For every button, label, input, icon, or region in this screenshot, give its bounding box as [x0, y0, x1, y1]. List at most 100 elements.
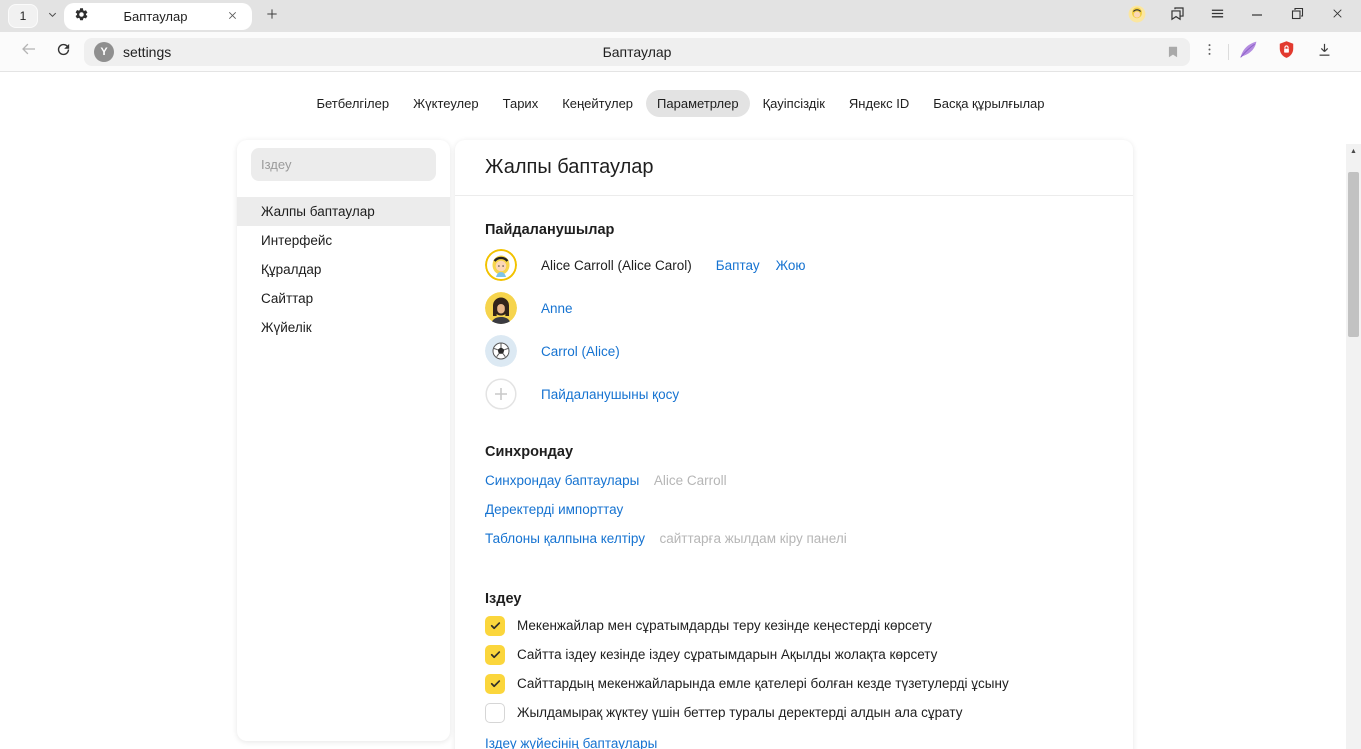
- search-option-row: Сайтта іздеу кезінде іздеу сұратымдарын …: [485, 644, 1103, 665]
- search-option-row: Сайттардың мекенжайларында емле қателері…: [485, 673, 1103, 694]
- sync-account-note: Alice Carroll: [654, 473, 727, 488]
- protect-button[interactable]: [1267, 34, 1305, 70]
- protect-shield-icon: [1277, 40, 1296, 64]
- back-button[interactable]: [12, 35, 46, 69]
- checkbox-prefetch[interactable]: [485, 703, 505, 723]
- site-badge-icon: Y: [94, 42, 114, 62]
- add-user-link[interactable]: Пайдаланушыны қосу: [541, 387, 679, 402]
- titlebar: 1 Баптаулар: [0, 0, 1361, 32]
- search-engine-settings-link[interactable]: Іздеу жүйесінің баптаулары: [485, 736, 657, 749]
- tab-groups-icon: [1169, 5, 1186, 27]
- user-link[interactable]: Anne: [541, 301, 573, 316]
- close-window-button[interactable]: [1317, 0, 1357, 32]
- page-title: Жалпы баптаулар: [455, 140, 1133, 196]
- gear-icon: [74, 7, 89, 27]
- sync-section: Синхрондау Синхрондау баптаулары Alice C…: [455, 444, 1133, 547]
- tab-counter[interactable]: 1: [8, 4, 38, 28]
- close-icon: [1331, 7, 1344, 25]
- scrollbar-up-arrow[interactable]: ▲: [1346, 148, 1361, 155]
- scrollbar[interactable]: ▲: [1346, 144, 1361, 749]
- search-section: Іздеу Мекенжайлар мен сұратымдарды теру …: [455, 591, 1133, 749]
- users-section-title: Пайдаланушылар: [485, 222, 1103, 238]
- nav-tab-settings[interactable]: Параметрлер: [646, 90, 750, 117]
- tab-close-button[interactable]: [222, 7, 242, 27]
- restore-button[interactable]: [1277, 0, 1317, 32]
- search-option-row: Жылдамырақ жүктеу үшін беттер туралы дер…: [485, 702, 1103, 723]
- tableau-note: сайттарға жылдам кіру панелі: [659, 531, 846, 546]
- nav-tab-downloads[interactable]: Жүктеулер: [402, 90, 490, 117]
- page-actions-button[interactable]: [1190, 34, 1228, 70]
- users-section: Пайдаланушылар Alice Carroll (Alice Caro…: [455, 222, 1133, 410]
- address-bar[interactable]: Y settings Баптаулар: [84, 38, 1190, 66]
- checkbox-suggestions[interactable]: [485, 616, 505, 636]
- profile-avatar-button[interactable]: [1117, 0, 1157, 32]
- anne-avatar[interactable]: [485, 292, 517, 324]
- sync-settings-link[interactable]: Синхрондау баптаулары: [485, 473, 639, 488]
- tab-title: Баптаулар: [89, 9, 222, 24]
- sidebar-item-interface[interactable]: Интерфейс: [237, 226, 450, 255]
- user-name: Alice Carroll (Alice Carol): [541, 258, 692, 273]
- bookmark-icon[interactable]: [1166, 44, 1180, 65]
- checkbox-site-search[interactable]: [485, 645, 505, 665]
- nav-tab-yandex-id[interactable]: Яндекс ID: [838, 90, 920, 117]
- alice-avatar[interactable]: [485, 249, 517, 281]
- tab-list-button[interactable]: [40, 4, 64, 28]
- add-user-row: Пайдаланушыны қосу: [485, 378, 1103, 410]
- sidebar-item-system[interactable]: Жүйелік: [237, 313, 450, 342]
- yandex-pen-button[interactable]: [1229, 34, 1267, 70]
- minimize-icon: [1251, 7, 1263, 25]
- nav-tab-extensions[interactable]: Кеңейтулер: [551, 90, 644, 117]
- browser-tab[interactable]: Баптаулар: [64, 3, 252, 30]
- user-configure-link[interactable]: Баптау: [716, 258, 760, 273]
- nav-tab-bookmarks[interactable]: Бетбелгілер: [305, 90, 400, 117]
- user-row-carrol: Carrol (Alice): [485, 335, 1103, 367]
- pen-feather-icon: [1238, 39, 1259, 65]
- profile-avatar-icon: [1128, 5, 1146, 28]
- new-tab-button[interactable]: [262, 6, 282, 26]
- sync-row: Синхрондау баптаулары Alice Carroll: [485, 472, 1103, 489]
- restore-icon: [1291, 7, 1304, 25]
- sidebar-item-sites[interactable]: Сайттар: [237, 284, 450, 313]
- user-row-anne: Anne: [485, 292, 1103, 324]
- sync-row: Таблоны қалпына келтіру сайттарға жылдам…: [485, 530, 1103, 547]
- option-label: Жылдамырақ жүктеу үшін беттер туралы дер…: [517, 705, 962, 720]
- settings-sidebar: Жалпы баптаулар Интерфейс Құралдар Сайтт…: [237, 140, 450, 741]
- kebab-menu-icon: [1202, 42, 1217, 62]
- nav-tab-security[interactable]: Қауіпсіздік: [752, 90, 836, 117]
- address-bar-page-title: Баптаулар: [84, 44, 1190, 60]
- sidebar-item-tools[interactable]: Құралдар: [237, 255, 450, 284]
- carrol-avatar[interactable]: [485, 335, 517, 367]
- user-link[interactable]: Carrol (Alice): [541, 344, 620, 359]
- url-text: settings: [123, 44, 171, 60]
- search-section-title: Іздеу: [485, 591, 1103, 607]
- minimize-button[interactable]: [1237, 0, 1277, 32]
- option-label: Мекенжайлар мен сұратымдарды теру кезінд…: [517, 618, 932, 633]
- close-icon: [227, 8, 238, 26]
- reload-button[interactable]: [46, 35, 80, 69]
- nav-tab-history[interactable]: Тарих: [492, 90, 550, 117]
- reload-icon: [55, 41, 72, 63]
- chevron-down-icon: [47, 7, 58, 25]
- hamburger-menu-icon: [1210, 6, 1225, 26]
- scrollbar-thumb[interactable]: [1348, 172, 1359, 337]
- option-label: Сайтта іздеу кезінде іздеу сұратымдарын …: [517, 647, 937, 662]
- sidebar-item-general[interactable]: Жалпы баптаулар: [237, 197, 450, 226]
- download-icon: [1316, 41, 1333, 63]
- sync-section-title: Синхрондау: [485, 444, 1103, 460]
- import-data-link[interactable]: Деректерді импорттау: [485, 502, 623, 517]
- user-delete-link[interactable]: Жою: [776, 258, 806, 273]
- settings-nav: Бетбелгілер Жүктеулер Тарих Кеңейтулер П…: [0, 90, 1361, 117]
- nav-tab-other-devices[interactable]: Басқа құрылғылар: [922, 90, 1055, 117]
- checkbox-spelling[interactable]: [485, 674, 505, 694]
- browser-window: 1 Баптаулар: [0, 0, 1361, 749]
- menu-button[interactable]: [1197, 0, 1237, 32]
- restore-tableau-link[interactable]: Таблоны қалпына келтіру: [485, 531, 645, 546]
- downloads-button[interactable]: [1305, 34, 1343, 70]
- settings-page: Бетбелгілер Жүктеулер Тарих Кеңейтулер П…: [0, 72, 1361, 749]
- add-user-icon[interactable]: [485, 378, 517, 410]
- user-row-alice: Alice Carroll (Alice Carol) Баптау Жою: [485, 249, 1103, 281]
- option-label: Сайттардың мекенжайларында емле қателері…: [517, 676, 1009, 691]
- tab-groups-button[interactable]: [1157, 0, 1197, 32]
- settings-main-panel: Жалпы баптаулар Пайдаланушылар Alice Car…: [455, 140, 1133, 749]
- search-input[interactable]: [251, 148, 436, 181]
